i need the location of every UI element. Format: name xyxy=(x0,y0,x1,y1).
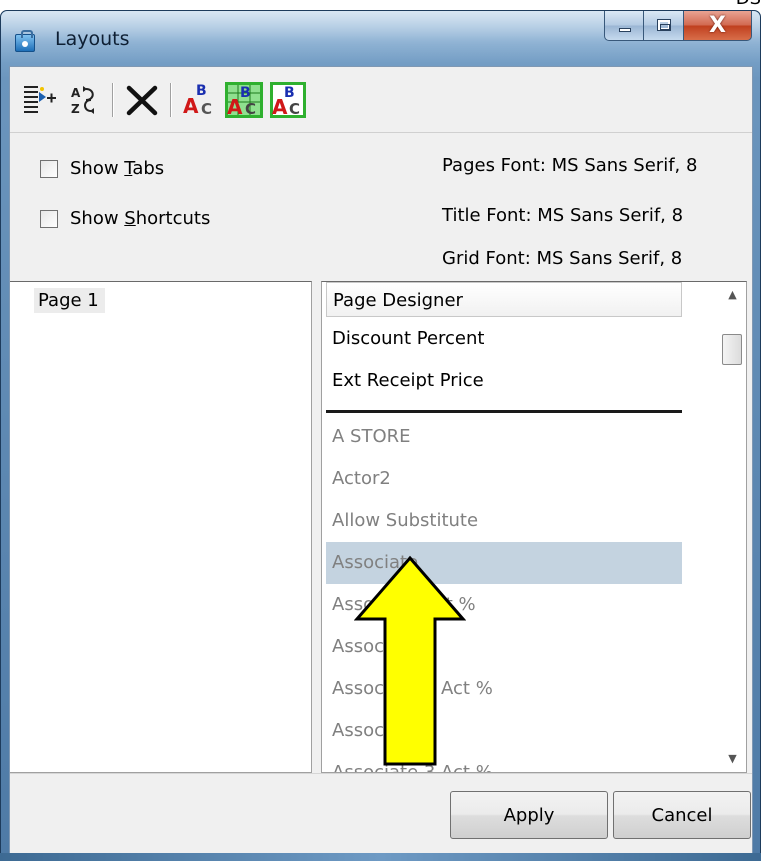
show-tabs-option[interactable]: Show Tabs xyxy=(40,158,164,179)
show-shortcuts-label: Show Shortcuts xyxy=(70,208,211,229)
cancel-button[interactable]: Cancel xyxy=(613,791,751,839)
sort-icon: A Z xyxy=(71,85,94,116)
pages-font-info: Pages Font: MS Sans Serif, 8 xyxy=(442,155,698,176)
show-tabs-checkbox[interactable] xyxy=(40,159,58,178)
page-designer-header[interactable]: Page Designer xyxy=(326,282,682,317)
options-panel: Show Tabs Show Shortcuts Pages Font: MS … xyxy=(10,133,752,281)
add-field-button[interactable] xyxy=(20,80,60,120)
pages-list: Page 1 xyxy=(10,281,312,773)
add-field-icon xyxy=(24,85,56,113)
show-shortcuts-checkbox[interactable] xyxy=(40,209,58,228)
title-font-button[interactable]: B A C xyxy=(224,80,264,120)
show-shortcuts-option[interactable]: Show Shortcuts xyxy=(40,208,210,229)
svg-text:C: C xyxy=(201,100,212,118)
delete-icon xyxy=(126,85,158,115)
title-font-info: Title Font: MS Sans Serif, 8 xyxy=(442,205,684,226)
window-title: Layouts xyxy=(55,28,130,50)
svg-text:A: A xyxy=(71,86,81,100)
close-icon: X xyxy=(709,13,726,38)
list-item[interactable]: Actor2 xyxy=(326,458,682,500)
apply-button[interactable]: Apply xyxy=(450,791,608,839)
close-button[interactable]: X xyxy=(684,11,752,41)
list-item[interactable]: Ext Receipt Price xyxy=(326,360,682,402)
svg-text:A: A xyxy=(272,95,288,119)
show-tabs-label: Show Tabs xyxy=(70,158,165,179)
background-text-fragment: DS xyxy=(555,0,761,10)
font-grid-icon: B A C xyxy=(270,81,306,119)
scroll-up-icon[interactable]: ▲ xyxy=(718,282,746,308)
page-item[interactable]: Page 1 xyxy=(34,288,105,313)
toolbar-separator xyxy=(112,82,114,117)
font-title-icon: B A C xyxy=(225,81,263,119)
svg-text:C: C xyxy=(245,100,256,118)
minimize-icon xyxy=(619,28,631,32)
background-text: DS xyxy=(736,0,761,9)
grid-font-info: Grid Font: MS Sans Serif, 8 xyxy=(442,248,683,269)
svg-text:A: A xyxy=(227,95,243,119)
font-pages-icon: B A C xyxy=(183,83,212,118)
scroll-down-icon[interactable]: ▼ xyxy=(718,746,746,772)
svg-text:A: A xyxy=(183,94,199,118)
caption-buttons: X xyxy=(604,11,752,43)
svg-text:Z: Z xyxy=(71,102,80,116)
list-item[interactable]: Allow Substitute xyxy=(326,500,682,542)
yellow-arrow-icon xyxy=(354,555,466,766)
button-bar: Apply Cancel xyxy=(10,773,752,855)
list-item[interactable]: Discount Percent xyxy=(326,318,682,360)
window-frame-bottom xyxy=(0,853,761,861)
maximize-icon xyxy=(657,19,671,31)
toolbar: A Z B A C B A C B A C xyxy=(10,67,752,133)
delete-button[interactable] xyxy=(122,80,162,120)
app-icon xyxy=(15,30,35,52)
grid-font-button[interactable]: B A C xyxy=(268,80,308,120)
toolbar-separator xyxy=(170,82,172,117)
minimize-button[interactable] xyxy=(604,11,644,41)
scrollbar-thumb[interactable] xyxy=(722,334,742,365)
list-item[interactable]: A STORE xyxy=(326,416,682,458)
svg-text:C: C xyxy=(289,100,300,118)
maximize-button[interactable] xyxy=(644,11,684,41)
sort-button[interactable]: A Z xyxy=(64,80,104,120)
vertical-scrollbar[interactable]: ▲ ▼ xyxy=(718,282,746,772)
pages-font-button[interactable]: B A C xyxy=(180,80,220,120)
